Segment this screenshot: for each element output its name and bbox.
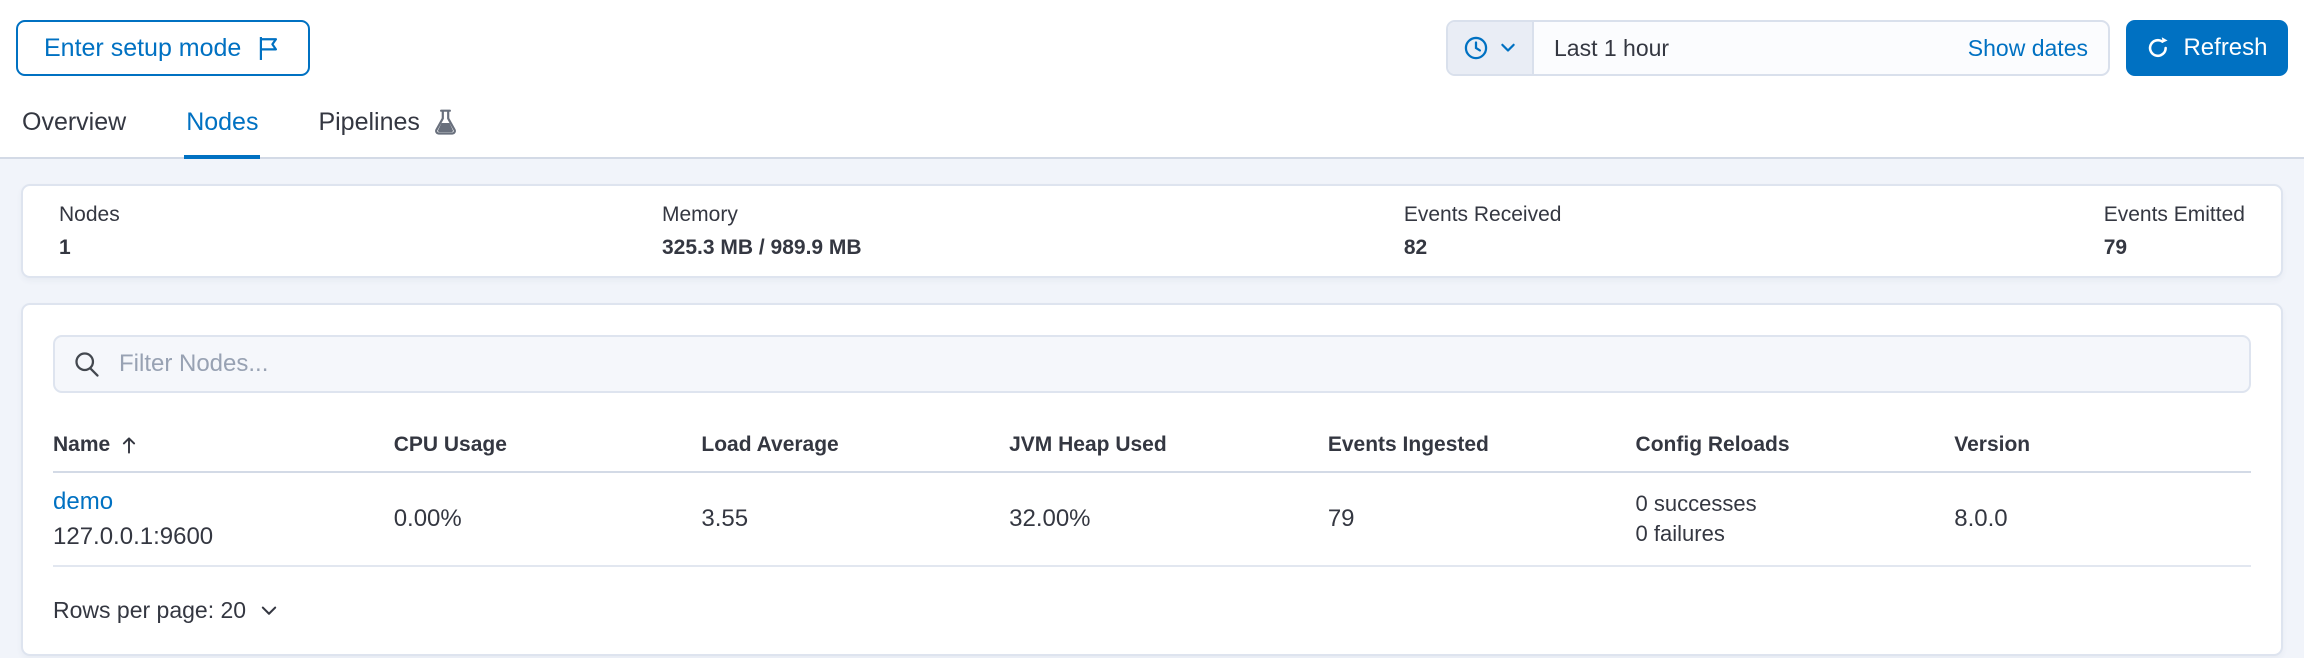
stat-nodes-label: Nodes [59,203,120,226]
cell-events-ingested: 79 [1327,505,1355,532]
stat-nodes-value: 1 [59,236,71,259]
flag-icon [255,35,282,62]
stat-events-received-label: Events Received [1403,203,1562,226]
cell-jvm-heap-used: 32.00% [1009,505,1091,532]
tab-bar: Overview Nodes Pipelines [0,90,2304,159]
tab-overview-label: Overview [22,108,127,136]
stat-nodes: Nodes 1 [59,201,120,261]
stat-memory-label: Memory [661,203,738,226]
tab-overview[interactable]: Overview [20,90,128,159]
quick-select-button[interactable] [1448,22,1534,74]
column-header-cpu-usage[interactable]: CPU Usage [394,433,702,457]
page-content: Nodes 1 Memory 325.3 MB / 989.9 MB Event… [0,159,2304,656]
tab-nodes-label: Nodes [186,108,259,136]
table-header-row: Name CPU Usage Load Average JVM Heap Use… [53,433,2251,473]
chevron-down-icon [1498,38,1518,58]
node-transport-address: 127.0.0.1:9600 [53,522,214,550]
rows-per-page-label: Rows per page: 20 [53,597,247,623]
time-range-display[interactable]: Last 1 hour [1534,22,1948,74]
show-dates-link[interactable]: Show dates [1948,22,2108,74]
tab-pipelines[interactable]: Pipelines [316,90,460,159]
cell-config-reloads: 0 successes 0 failures [1636,489,1955,549]
column-header-config-reloads[interactable]: Config Reloads [1636,433,1955,457]
refresh-icon [2146,36,2170,60]
tab-pipelines-label: Pipelines [318,108,420,136]
filter-bar [53,335,2251,393]
config-reloads-successes: 0 successes [1635,491,1757,516]
column-header-name[interactable]: Name [53,433,394,457]
stat-events-received: Events Received 82 [1404,201,1562,261]
node-name-link[interactable]: demo [53,488,113,516]
arrow-up-icon [118,434,140,456]
cell-version: 8.0.0 [1954,505,2008,532]
clock-icon [1463,35,1489,61]
cluster-summary-panel: Nodes 1 Memory 325.3 MB / 989.9 MB Event… [21,184,2283,278]
cell-name: demo 127.0.0.1:9600 [53,488,394,551]
refresh-label: Refresh [2183,34,2268,61]
stat-events-received-value: 82 [1403,236,1428,259]
nodes-table-panel: Name CPU Usage Load Average JVM Heap Use… [21,303,2283,656]
refresh-button[interactable]: Refresh [2126,20,2288,76]
enter-setup-mode-button[interactable]: Enter setup mode [16,20,311,76]
stat-events-emitted-label: Events Emitted [2103,203,2245,226]
super-date-picker: Last 1 hour Show dates [1446,20,2110,76]
filter-nodes-input[interactable] [117,349,2231,379]
column-header-name-label: Name [53,433,111,456]
tab-nodes[interactable]: Nodes [184,90,261,159]
cell-cpu-usage: 0.00% [393,505,462,532]
nodes-table: Name CPU Usage Load Average JVM Heap Use… [53,433,2251,567]
search-icon [73,350,101,378]
chevron-down-icon [258,600,280,622]
table-row: demo 127.0.0.1:9600 0.00% 3.55 32.00% 79… [53,473,2251,567]
beaker-icon [432,109,459,136]
column-header-version[interactable]: Version [1954,433,2251,457]
column-header-jvm-heap-used[interactable]: JVM Heap Used [1009,433,1328,457]
stat-events-emitted: Events Emitted 79 [2104,201,2245,261]
stat-events-emitted-value: 79 [2103,236,2128,259]
time-controls: Last 1 hour Show dates Refresh [1446,20,2288,76]
page-header: Enter setup mode Last 1 hour Show dates … [0,0,2304,159]
enter-setup-mode-label: Enter setup mode [44,33,242,62]
column-header-events-ingested[interactable]: Events Ingested [1328,433,1636,457]
rows-per-page-button[interactable]: Rows per page: 20 [53,597,280,624]
stat-memory-value: 325.3 MB / 989.9 MB [661,236,862,259]
column-header-load-average[interactable]: Load Average [701,433,1009,457]
config-reloads-failures: 0 failures [1635,521,1725,546]
cell-load-average: 3.55 [701,505,749,532]
stat-memory: Memory 325.3 MB / 989.9 MB [662,201,862,261]
header-toolbar: Enter setup mode Last 1 hour Show dates … [0,16,2304,80]
